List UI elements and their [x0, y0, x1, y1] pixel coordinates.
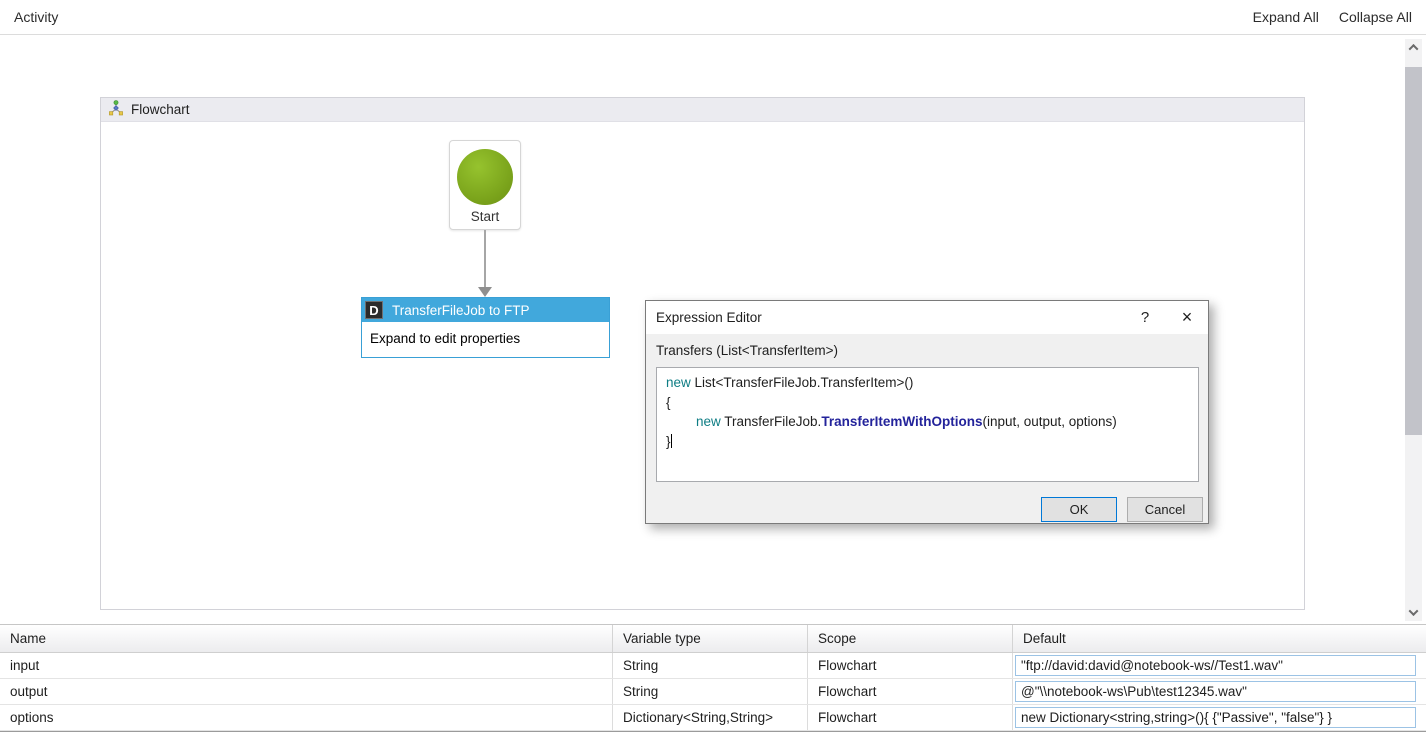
- variable-type-cell[interactable]: Dictionary<String,String>: [612, 705, 807, 730]
- column-header-scope[interactable]: Scope: [807, 625, 1012, 652]
- collapse-all-button[interactable]: Collapse All: [1339, 9, 1412, 25]
- ok-button[interactable]: OK: [1041, 497, 1117, 522]
- column-header-name[interactable]: Name: [0, 631, 612, 646]
- code-line-1: new List<TransferFileJob.TransferItem>(): [666, 373, 1189, 393]
- variables-table: Name Variable type Scope Default input S…: [0, 624, 1426, 731]
- chevron-down-icon: [1409, 606, 1419, 616]
- variable-default-cell: @"\\notebook-ws\Pub\test12345.wav": [1012, 679, 1426, 704]
- variable-name-cell[interactable]: output: [0, 684, 612, 699]
- flow-connector-line: [484, 230, 486, 288]
- variable-default-cell: "ftp://david:david@notebook-ws//Test1.wa…: [1012, 653, 1426, 678]
- activity-collapsed-hint[interactable]: Expand to edit properties: [362, 322, 609, 355]
- variables-table-header: Name Variable type Scope Default: [0, 625, 1426, 653]
- expression-code-editor[interactable]: new List<TransferFileJob.TransferItem>()…: [656, 367, 1199, 482]
- scroll-down-button[interactable]: [1405, 604, 1422, 621]
- variable-name-cell[interactable]: options: [0, 710, 612, 725]
- variable-default-cell: new Dictionary<string,string>(){ {"Passi…: [1012, 705, 1426, 730]
- code-line-3: new TransferFileJob.TransferItemWithOpti…: [666, 412, 1189, 432]
- text-cursor: [671, 434, 672, 448]
- table-row[interactable]: options Dictionary<String,String> Flowch…: [0, 705, 1426, 731]
- activity-toolbar: Activity Expand All Collapse All: [0, 0, 1426, 35]
- transferfilejob-activity-node[interactable]: D TransferFileJob to FTP Expand to edit …: [361, 297, 610, 358]
- variable-name-cell[interactable]: input: [0, 658, 612, 673]
- dialog-title: Expression Editor: [656, 310, 762, 325]
- column-header-variable-type[interactable]: Variable type: [612, 625, 807, 652]
- variable-type-cell[interactable]: String: [612, 679, 807, 704]
- expression-property-label: Transfers (List<TransferItem>): [656, 343, 1198, 358]
- scrollbar-thumb[interactable]: [1405, 67, 1422, 435]
- expression-editor-dialog: Expression Editor ? × Transfers (List<Tr…: [645, 300, 1209, 524]
- column-header-default[interactable]: Default: [1012, 625, 1426, 652]
- activity-header[interactable]: D TransferFileJob to FTP: [362, 298, 609, 322]
- expand-all-button[interactable]: Expand All: [1253, 9, 1319, 25]
- variable-scope-cell[interactable]: Flowchart: [807, 653, 1012, 678]
- variable-default-input[interactable]: new Dictionary<string,string>(){ {"Passi…: [1015, 707, 1416, 728]
- start-node-label: Start: [471, 209, 500, 224]
- flow-connector-arrowhead-icon: [478, 287, 492, 297]
- variable-scope-cell[interactable]: Flowchart: [807, 679, 1012, 704]
- code-line-2: {: [666, 393, 1189, 413]
- table-row[interactable]: input String Flowchart "ftp://david:davi…: [0, 653, 1426, 679]
- start-circle-icon: [457, 149, 513, 205]
- flowchart-header[interactable]: Flowchart: [101, 98, 1304, 122]
- scroll-up-button[interactable]: [1405, 39, 1422, 56]
- flowchart-title: Flowchart: [131, 102, 190, 117]
- variable-default-input[interactable]: @"\\notebook-ws\Pub\test12345.wav": [1015, 681, 1416, 702]
- chevron-up-icon: [1409, 44, 1419, 54]
- activity-d-icon: D: [365, 301, 383, 319]
- vertical-scrollbar[interactable]: [1405, 39, 1422, 621]
- variable-type-cell[interactable]: String: [612, 653, 807, 678]
- toolbar-links: Expand All Collapse All: [1253, 9, 1412, 25]
- dialog-controls: ? ×: [1124, 301, 1208, 334]
- variable-scope-cell[interactable]: Flowchart: [807, 705, 1012, 730]
- activity-title: TransferFileJob to FTP: [392, 303, 530, 318]
- activity-title: Activity: [14, 9, 58, 25]
- code-line-4: }: [666, 432, 1189, 452]
- variable-default-input[interactable]: "ftp://david:david@notebook-ws//Test1.wa…: [1015, 655, 1416, 676]
- workflow-designer-window: Activity Expand All Collapse All: [0, 0, 1426, 732]
- cancel-button[interactable]: Cancel: [1127, 497, 1203, 522]
- help-button[interactable]: ?: [1124, 301, 1166, 334]
- start-node[interactable]: Start: [449, 140, 521, 230]
- flowchart-icon: [108, 100, 124, 119]
- table-row[interactable]: output String Flowchart @"\\notebook-ws\…: [0, 679, 1426, 705]
- dialog-titlebar[interactable]: Expression Editor ? ×: [646, 301, 1208, 334]
- close-button[interactable]: ×: [1166, 301, 1208, 334]
